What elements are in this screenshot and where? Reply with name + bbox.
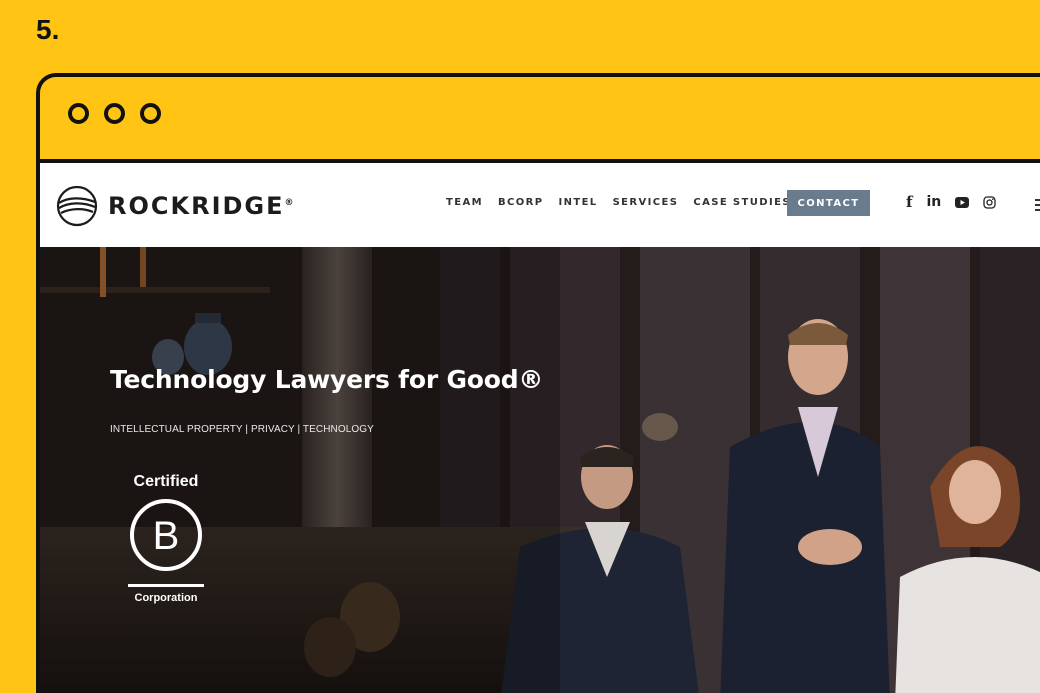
step-number: 5.: [36, 14, 60, 45]
nav-team[interactable]: TEAM: [446, 197, 483, 208]
bcorp-corporation-label: Corporation: [134, 592, 198, 604]
window-controls: [68, 103, 161, 124]
site-header: ROCKRIDGE® TEAM BCORP INTEL SERVICES CAS…: [40, 163, 1040, 247]
bcorp-badge[interactable]: Certified B Corporation: [124, 473, 208, 604]
nav-intel[interactable]: INTEL: [558, 197, 597, 208]
bcorp-letter: B: [153, 514, 180, 558]
window-dot-icon[interactable]: [68, 103, 89, 124]
browser-window-frame: ROCKRIDGE® TEAM BCORP INTEL SERVICES CAS…: [36, 73, 1040, 693]
hero-background-photo: [40, 247, 1040, 693]
window-dot-icon[interactable]: [104, 103, 125, 124]
site-logo[interactable]: ROCKRIDGE®: [56, 185, 296, 227]
facebook-icon[interactable]: f: [906, 193, 912, 211]
hero-subtitle: INTELLECTUAL PROPERTY | PRIVACY | TECHNO…: [110, 424, 374, 435]
website-viewport: ROCKRIDGE® TEAM BCORP INTEL SERVICES CAS…: [40, 163, 1040, 693]
instagram-icon[interactable]: [983, 195, 996, 209]
nav-case-studies[interactable]: CASE STUDIES: [693, 197, 791, 208]
hero-section: Technology Lawyers for Good® INTELLECTUA…: [40, 247, 1040, 693]
rockridge-logo-icon: [56, 185, 98, 227]
contact-button[interactable]: CONTACT: [787, 190, 870, 216]
bcorp-b-icon: B: [130, 499, 202, 571]
youtube-icon[interactable]: [955, 196, 970, 208]
social-links: f in: [906, 193, 996, 211]
main-nav: TEAM BCORP INTEL SERVICES CASE STUDIES: [446, 197, 806, 208]
hero-title: Technology Lawyers for Good®: [110, 365, 544, 394]
brand-name: ROCKRIDGE®: [108, 192, 296, 220]
linkedin-icon[interactable]: in: [926, 194, 941, 210]
bcorp-divider: [128, 584, 204, 587]
hamburger-menu-icon[interactable]: [1035, 199, 1040, 211]
nav-services[interactable]: SERVICES: [613, 197, 679, 208]
bcorp-certified-label: Certified: [133, 473, 199, 490]
window-dot-icon[interactable]: [140, 103, 161, 124]
nav-bcorp[interactable]: BCORP: [498, 197, 544, 208]
